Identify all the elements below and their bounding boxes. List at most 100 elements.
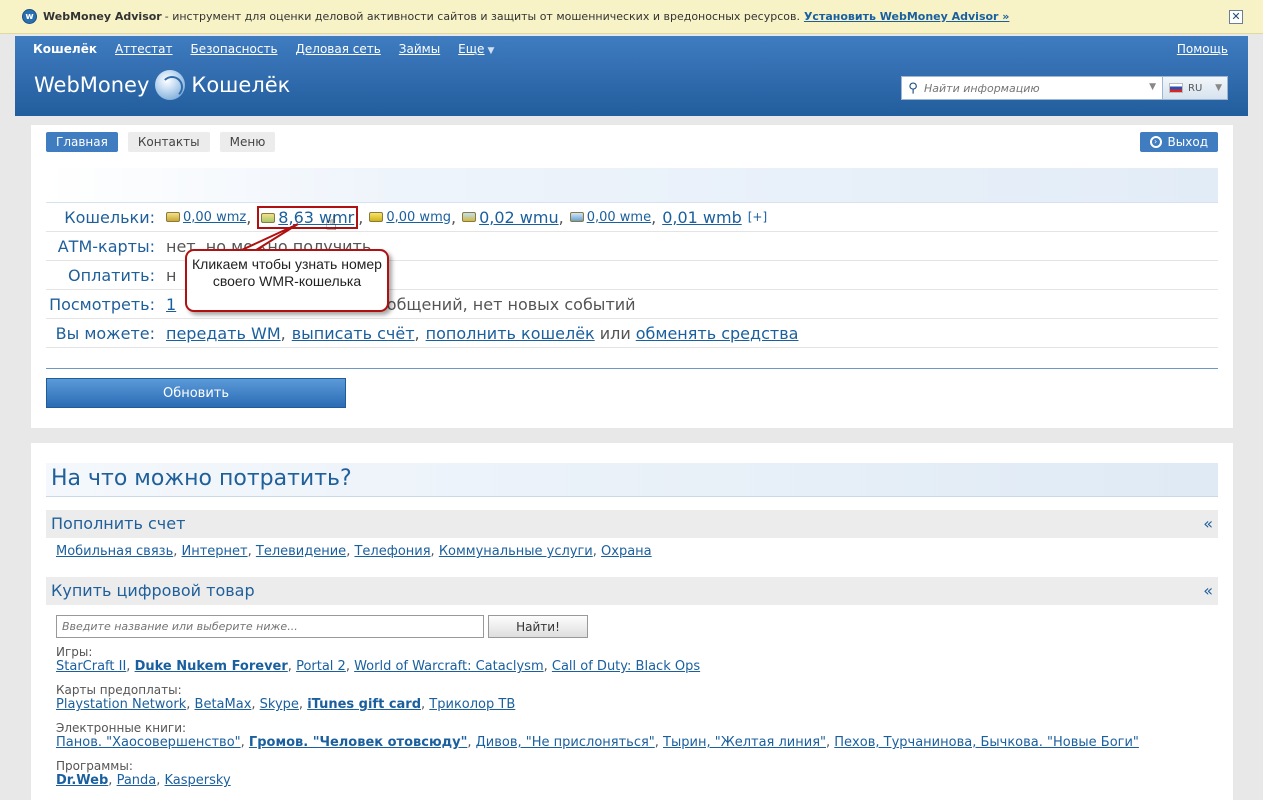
can-values: передать WM, выписать счёт, пополнить ко…	[166, 323, 799, 343]
atm-label: АТМ-карты:	[57, 236, 155, 256]
chevron-down-icon[interactable]: ▼	[1149, 82, 1156, 92]
book-link[interactable]: Громов. "Человек отовсюду"	[249, 735, 467, 750]
link-security[interactable]: Охрана	[601, 544, 652, 559]
topup-section-title: Пополнить счет	[51, 514, 186, 533]
advisor-brand: WebMoney Advisor	[43, 10, 162, 23]
install-advisor-link[interactable]: Установить WebMoney Advisor »	[804, 10, 1009, 23]
search-input[interactable]	[924, 81, 1134, 95]
topup-section[interactable]: Пополнить счет «	[46, 510, 1218, 538]
spend-title: На что можно потратить?	[46, 463, 1218, 497]
topup-wallet-link[interactable]: пополнить кошелёк	[426, 324, 595, 343]
card-link[interactable]: Playstation Network	[56, 697, 186, 712]
wmb-wallet-link[interactable]: 0,01 wmb	[662, 208, 742, 227]
wmz-coin-icon	[166, 212, 180, 222]
close-icon[interactable]: ✕	[1229, 10, 1243, 24]
soft-links: Dr.Web, Panda, Kaspersky	[56, 773, 231, 788]
help-link[interactable]: Помощь	[1177, 42, 1228, 56]
soft-link[interactable]: Kaspersky	[165, 773, 231, 788]
nav-item-security[interactable]: Безопасность	[191, 42, 278, 56]
send-wm-link[interactable]: передать WM	[166, 324, 281, 343]
hand-cursor-icon: ☝	[325, 211, 338, 235]
link-mobile[interactable]: Мобильная связь	[56, 544, 173, 559]
search-icon[interactable]: ⚲	[902, 81, 924, 96]
invoice-link[interactable]: выписать счёт	[292, 324, 415, 343]
logout-button[interactable]: › Выход	[1139, 132, 1218, 152]
card-link[interactable]: Триколор ТВ	[429, 697, 515, 712]
books-links: Панов. "Хаосовершенство", Громов. "Челов…	[56, 735, 1139, 750]
cards-links: Playstation Network, BetaMax, Skype, iTu…	[56, 697, 516, 712]
can-label: Вы можете:	[55, 323, 155, 343]
add-wallet-button[interactable]: [+]	[748, 210, 767, 224]
wme-wallet-link[interactable]: 0,00 wme	[587, 210, 651, 225]
card-link[interactable]: iTunes gift card	[307, 697, 421, 712]
collapse-icon[interactable]: «	[1203, 581, 1213, 600]
wme-coin-icon	[569, 212, 584, 222]
card-link[interactable]: BetaMax	[195, 697, 252, 712]
refresh-button[interactable]: Обновить	[46, 378, 346, 408]
tab-menu[interactable]: Меню	[219, 132, 276, 152]
game-link[interactable]: Portal 2	[296, 659, 346, 674]
logo[interactable]: WebMoney Кошелёк	[34, 70, 290, 100]
soft-title: Программы:	[56, 759, 133, 773]
digital-search-input[interactable]	[56, 615, 484, 638]
book-link[interactable]: Тырин, "Желтая линия"	[663, 735, 826, 750]
book-link[interactable]: Панов. "Хаосовершенство"	[56, 735, 241, 750]
header-band	[46, 168, 1218, 203]
exchange-link[interactable]: обменять средства	[636, 324, 799, 343]
logout-label: Выход	[1167, 135, 1208, 149]
nav-item-business[interactable]: Деловая сеть	[296, 42, 381, 56]
spend-panel: На что можно потратить? Пополнить счет «…	[31, 443, 1233, 800]
tabs: Главная Контакты Меню	[46, 132, 276, 152]
find-button[interactable]: Найти!	[488, 615, 588, 638]
view-label: Посмотреть:	[49, 294, 155, 314]
advisor-logo-icon: w	[22, 9, 37, 24]
link-internet[interactable]: Интернет	[182, 544, 248, 559]
logout-icon: ›	[1149, 136, 1162, 148]
link-utilities[interactable]: Коммунальные услуги	[439, 544, 593, 559]
globe-icon	[155, 70, 186, 100]
link-telephony[interactable]: Телефония	[354, 544, 430, 559]
collapse-icon[interactable]: «	[1203, 514, 1213, 533]
soft-link[interactable]: Panda	[117, 773, 157, 788]
logo-text-right: Кошелёк	[191, 73, 291, 97]
chevron-down-icon: ▼	[487, 46, 495, 56]
game-link[interactable]: StarCraft II	[56, 659, 126, 674]
nav-item-more[interactable]: Еще ▼	[458, 42, 494, 56]
game-link[interactable]: Call of Duty: Black Ops	[552, 659, 700, 674]
view-value: сообщений, нет новых событий	[368, 294, 636, 314]
search-box: ⚲ ▼	[901, 76, 1163, 100]
link-tv[interactable]: Телевидение	[256, 544, 346, 559]
language-select[interactable]: RU ▼	[1162, 76, 1228, 100]
advisor-text: - инструмент для оценки деловой активнос…	[164, 10, 800, 23]
pay-label: Оплатить:	[68, 265, 155, 285]
soft-link[interactable]: Dr.Web	[56, 773, 108, 788]
game-link[interactable]: Duke Nukem Forever	[135, 659, 288, 674]
book-link[interactable]: Пехов, Турчанинова, Бычкова. "Новые Боги…	[834, 735, 1139, 750]
nav-item-more-label: Еще	[458, 42, 485, 56]
topup-links: Мобильная связь, Интернет, Телевидение, …	[56, 544, 652, 559]
wmg-wallet-link[interactable]: 0,00 wmg	[386, 210, 451, 225]
nav-item-loans[interactable]: Займы	[399, 42, 440, 56]
game-link[interactable]: World of Warcraft: Cataclysm	[354, 659, 544, 674]
wmg-coin-icon	[369, 212, 384, 222]
book-link[interactable]: Дивов, "Не прислоняться"	[476, 735, 655, 750]
or-text: или	[599, 323, 631, 343]
digital-section-title: Купить цифровой товар	[51, 581, 255, 600]
tab-contacts[interactable]: Контакты	[127, 132, 210, 152]
wallets-label: Кошельки:	[64, 207, 155, 227]
can-row: Вы можете: передать WM, выписать счёт, п…	[46, 319, 1218, 348]
view-link[interactable]: 1	[166, 295, 176, 314]
pay-value: н	[166, 265, 177, 285]
cards-title: Карты предоплаты:	[56, 683, 182, 697]
divider	[46, 368, 1218, 369]
wmu-wallet-link[interactable]: 0,02 wmu	[479, 208, 559, 227]
nav-item-attestat[interactable]: Аттестат	[115, 42, 173, 56]
card-link[interactable]: Skype	[260, 697, 299, 712]
digital-section[interactable]: Купить цифровой товар «	[46, 577, 1218, 605]
russia-flag-icon	[1169, 83, 1183, 93]
games-title: Игры:	[56, 645, 93, 659]
games-links: StarCraft II, Duke Nukem Forever, Portal…	[56, 659, 701, 674]
logo-text-left: WebMoney	[34, 73, 150, 97]
tab-main[interactable]: Главная	[46, 132, 118, 152]
nav-item-wallet[interactable]: Кошелёк	[33, 42, 97, 56]
